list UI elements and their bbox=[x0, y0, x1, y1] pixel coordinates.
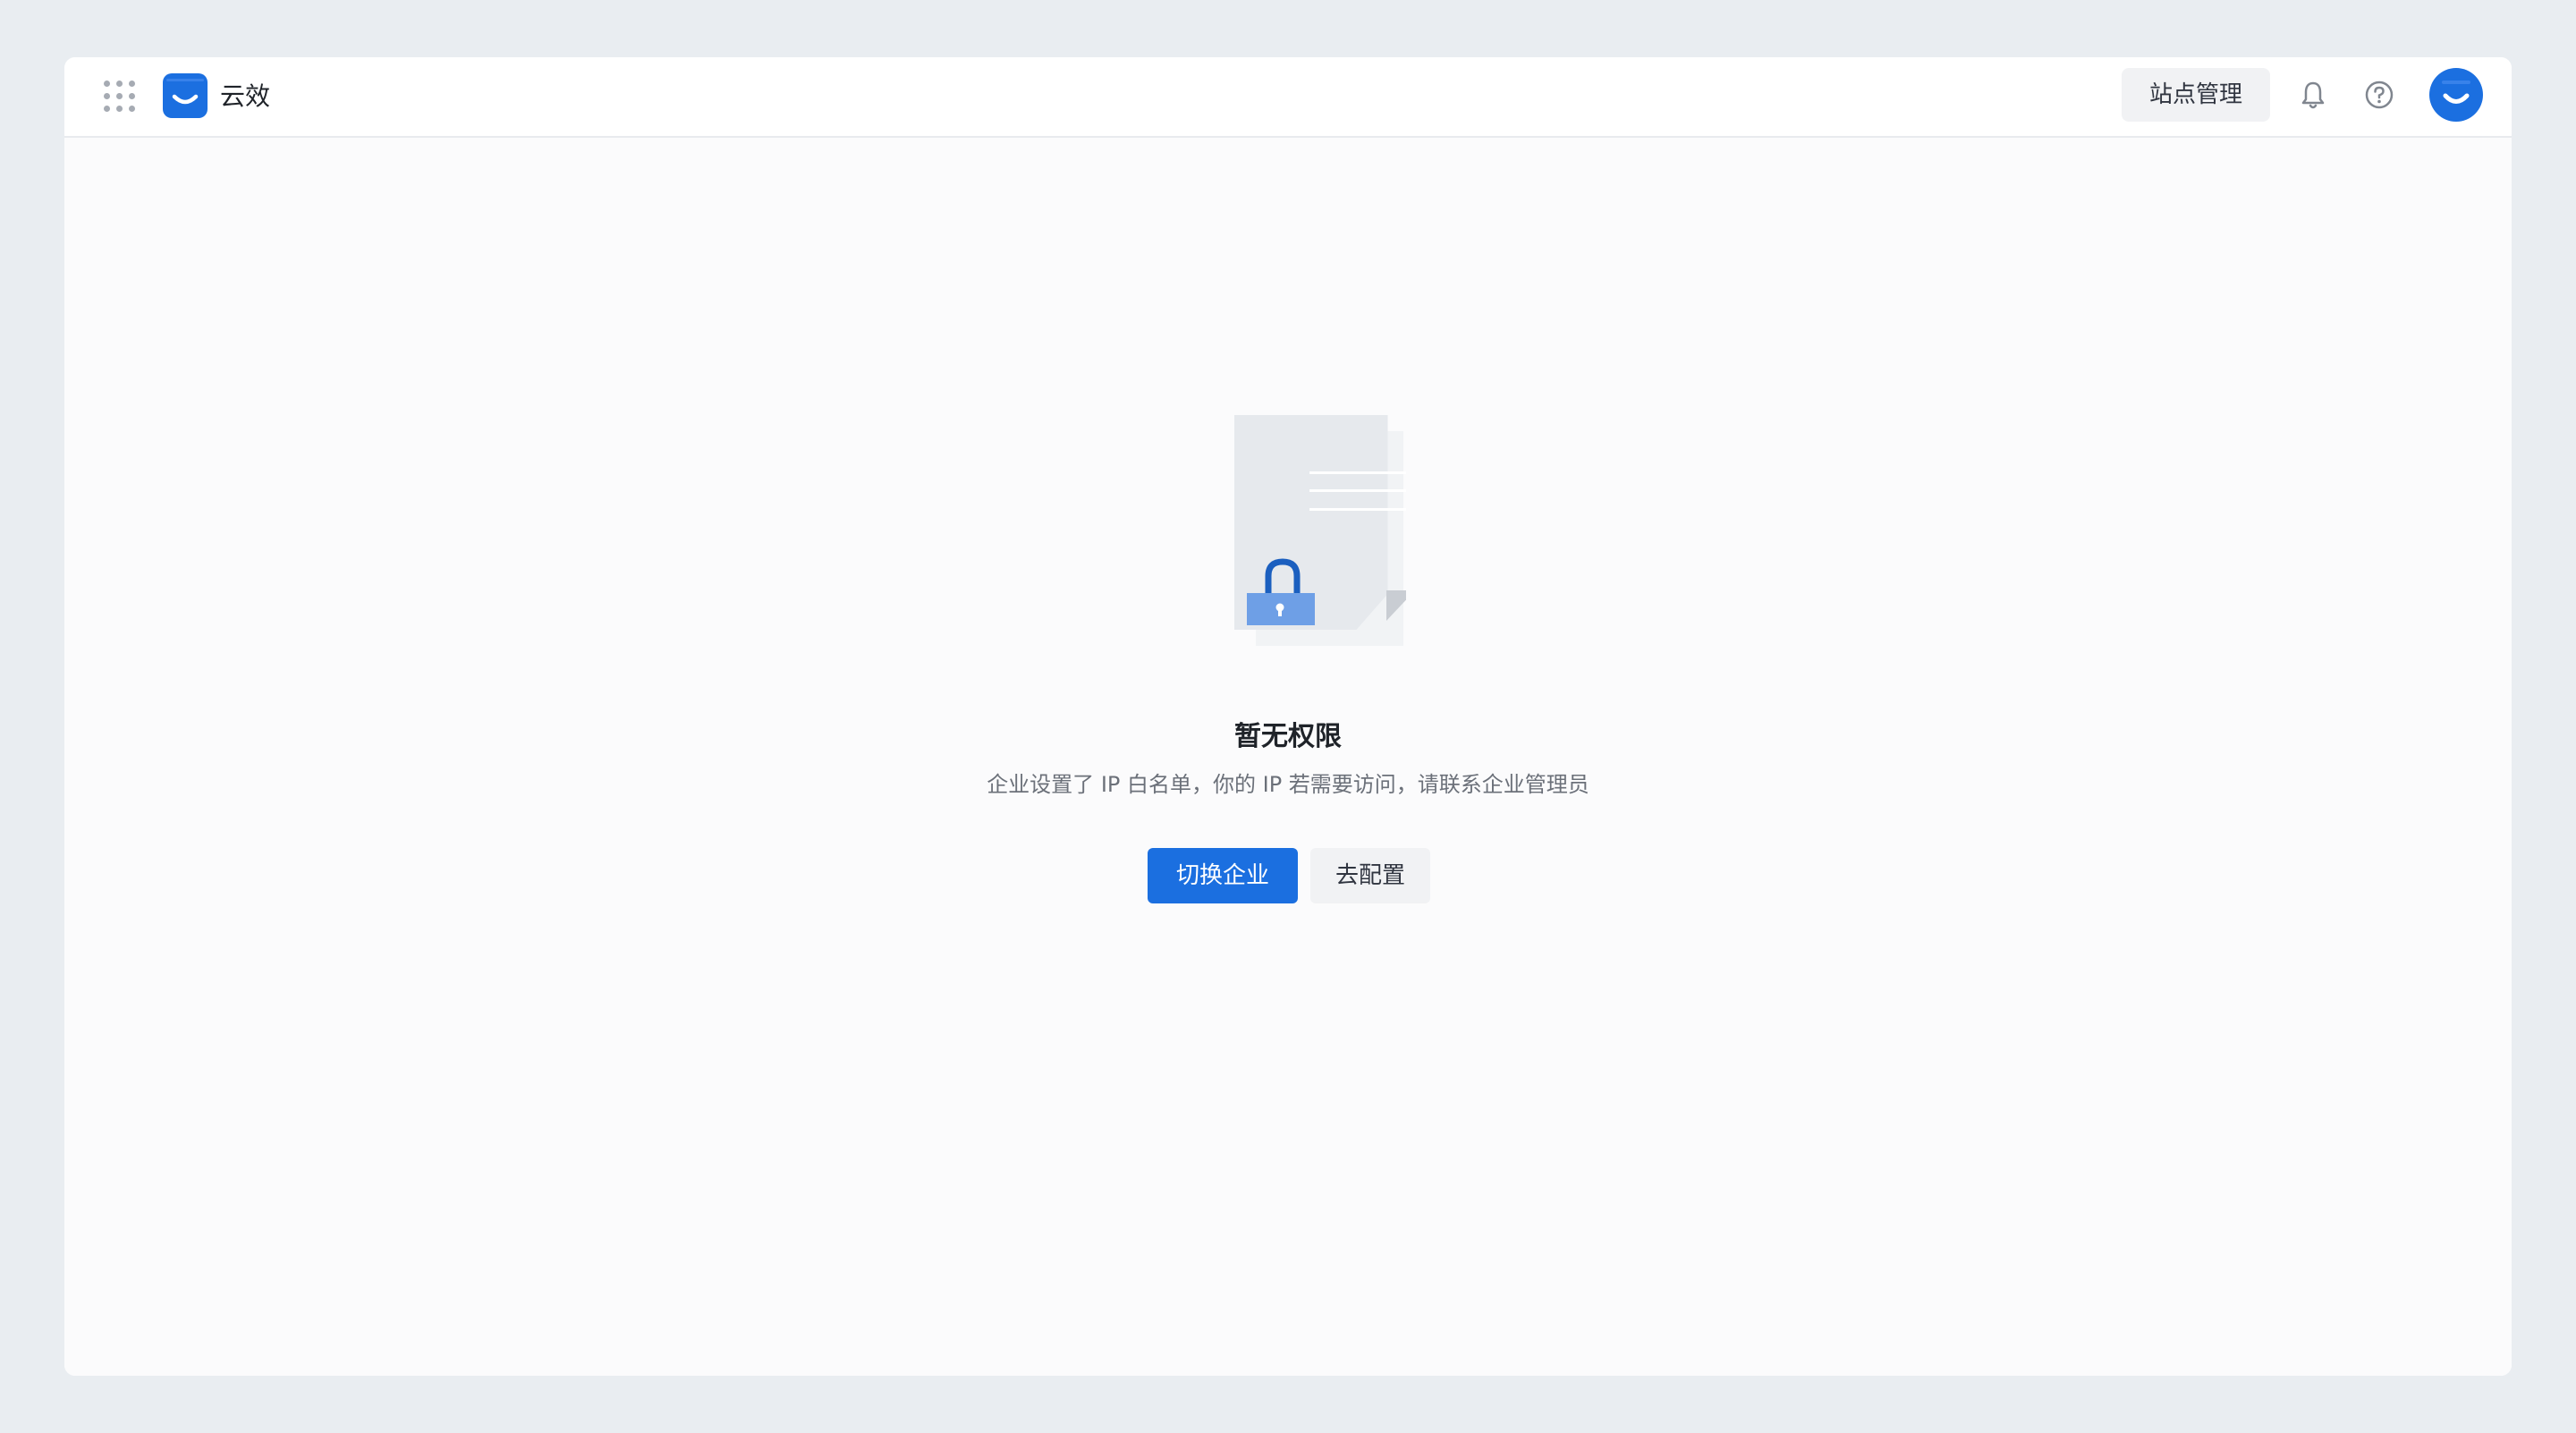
app-name[interactable]: 云效 bbox=[220, 79, 270, 114]
help-circle-icon[interactable] bbox=[2360, 75, 2399, 114]
yunxiao-logo-icon[interactable] bbox=[163, 73, 208, 118]
apps-grid-icon[interactable] bbox=[104, 81, 138, 114]
top-navigation-bar: 云效 站点管理 bbox=[64, 57, 2512, 138]
grid-dot bbox=[104, 93, 110, 99]
grid-dot bbox=[116, 93, 123, 99]
main-content: 暂无权限 企业设置了 IP 白名单，你的 IP 若需要访问，请联系企业管理员 切… bbox=[64, 138, 2512, 1376]
grid-dot bbox=[129, 93, 135, 99]
site-admin-button[interactable]: 站点管理 bbox=[2122, 68, 2270, 122]
grid-dot bbox=[129, 106, 135, 112]
bell-icon[interactable] bbox=[2293, 75, 2333, 114]
grid-dot bbox=[116, 106, 123, 112]
empty-state-description: 企业设置了 IP 白名单，你的 IP 若需要访问，请联系企业管理员 bbox=[987, 772, 1589, 797]
grid-dot bbox=[129, 81, 135, 87]
switch-enterprise-button[interactable]: 切换企业 bbox=[1148, 848, 1298, 903]
grid-dot bbox=[104, 81, 110, 87]
user-avatar[interactable] bbox=[2429, 68, 2483, 122]
grid-dot bbox=[104, 106, 110, 112]
app-window: 云效 站点管理 暂无权限 企业设置了 IP 白名单，你的 IP 若需要访问，请联… bbox=[64, 57, 2512, 1376]
empty-state-title: 暂无权限 bbox=[1234, 721, 1342, 752]
go-configure-button[interactable]: 去配置 bbox=[1310, 848, 1430, 903]
locked-document-icon bbox=[1174, 415, 1415, 683]
grid-dot bbox=[116, 81, 123, 87]
